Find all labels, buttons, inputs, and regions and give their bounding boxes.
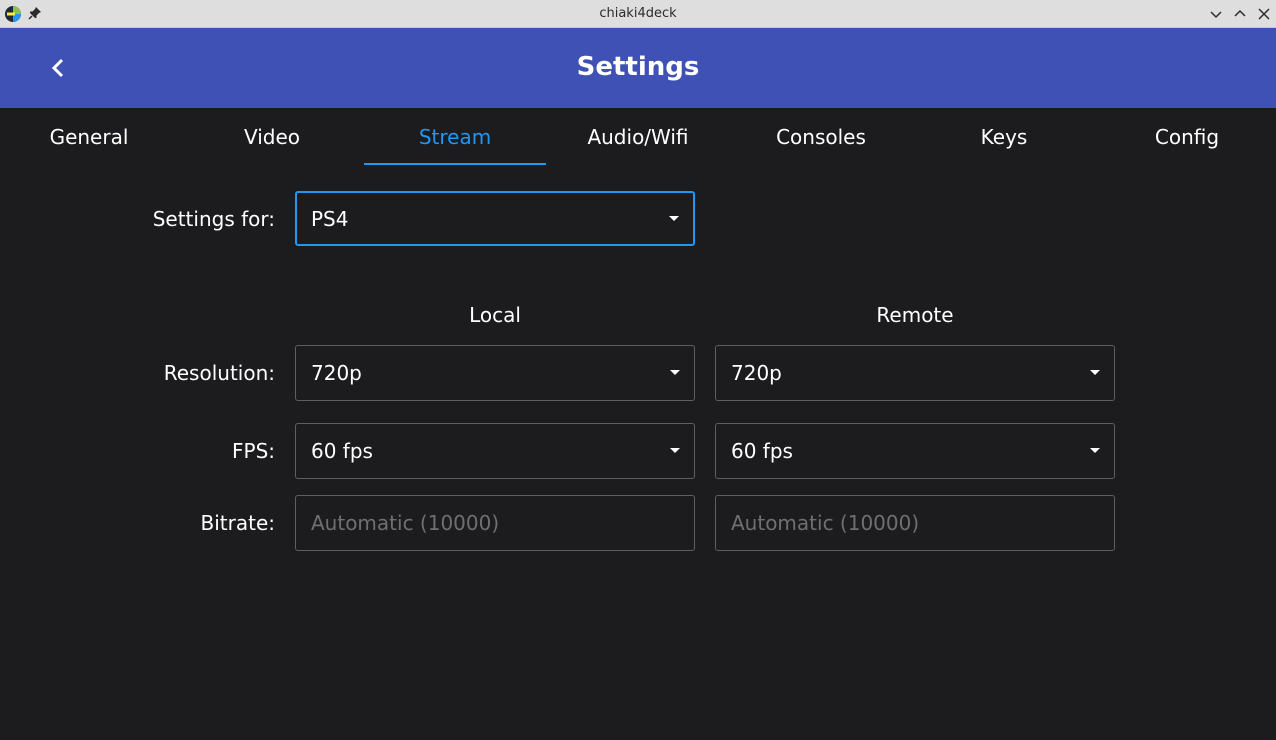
local-fps-value: 60 fps [311, 439, 373, 463]
tab-stream[interactable]: Stream [364, 108, 546, 166]
dropdown-arrow-icon [670, 448, 680, 453]
maximize-icon[interactable] [1232, 6, 1248, 22]
dropdown-arrow-icon [669, 215, 679, 221]
fps-label: FPS: [232, 439, 275, 463]
remote-column-header: Remote [876, 303, 954, 327]
local-bitrate-input[interactable] [295, 495, 695, 551]
local-fps-select[interactable]: 60 fps [295, 423, 695, 479]
tab-video[interactable]: Video [181, 108, 363, 166]
minimize-icon[interactable] [1208, 6, 1224, 22]
tab-config[interactable]: Config [1096, 108, 1276, 166]
local-resolution-value: 720p [311, 361, 362, 385]
dropdown-arrow-icon [670, 370, 680, 375]
tab-audio-wifi[interactable]: Audio/Wifi [547, 108, 729, 166]
local-resolution-select[interactable]: 720p [295, 345, 695, 401]
tab-consoles[interactable]: Consoles [730, 108, 912, 166]
settings-for-label: Settings for: [152, 207, 275, 231]
remote-fps-value: 60 fps [731, 439, 793, 463]
remote-bitrate-input[interactable] [715, 495, 1115, 551]
window-titlebar: chiaki4deck [0, 0, 1276, 28]
tab-keys[interactable]: Keys [913, 108, 1095, 166]
remote-fps-select[interactable]: 60 fps [715, 423, 1115, 479]
remote-resolution-select[interactable]: 720p [715, 345, 1115, 401]
close-icon[interactable] [1256, 6, 1272, 22]
local-column-header: Local [469, 303, 521, 327]
console-select[interactable]: PS4 [295, 191, 695, 246]
dropdown-arrow-icon [1090, 370, 1100, 375]
bitrate-label: Bitrate: [200, 511, 275, 535]
tab-general[interactable]: General [0, 108, 180, 166]
page-title: Settings [576, 52, 700, 82]
dropdown-arrow-icon [1090, 448, 1100, 453]
window-title: chiaki4deck [599, 6, 677, 21]
app-header: Settings [0, 28, 1276, 108]
console-select-value: PS4 [311, 206, 349, 231]
remote-resolution-value: 720p [731, 361, 782, 385]
settings-tab-bar: General Video Stream Audio/Wifi Consoles… [0, 108, 1276, 166]
resolution-label: Resolution: [163, 361, 275, 385]
